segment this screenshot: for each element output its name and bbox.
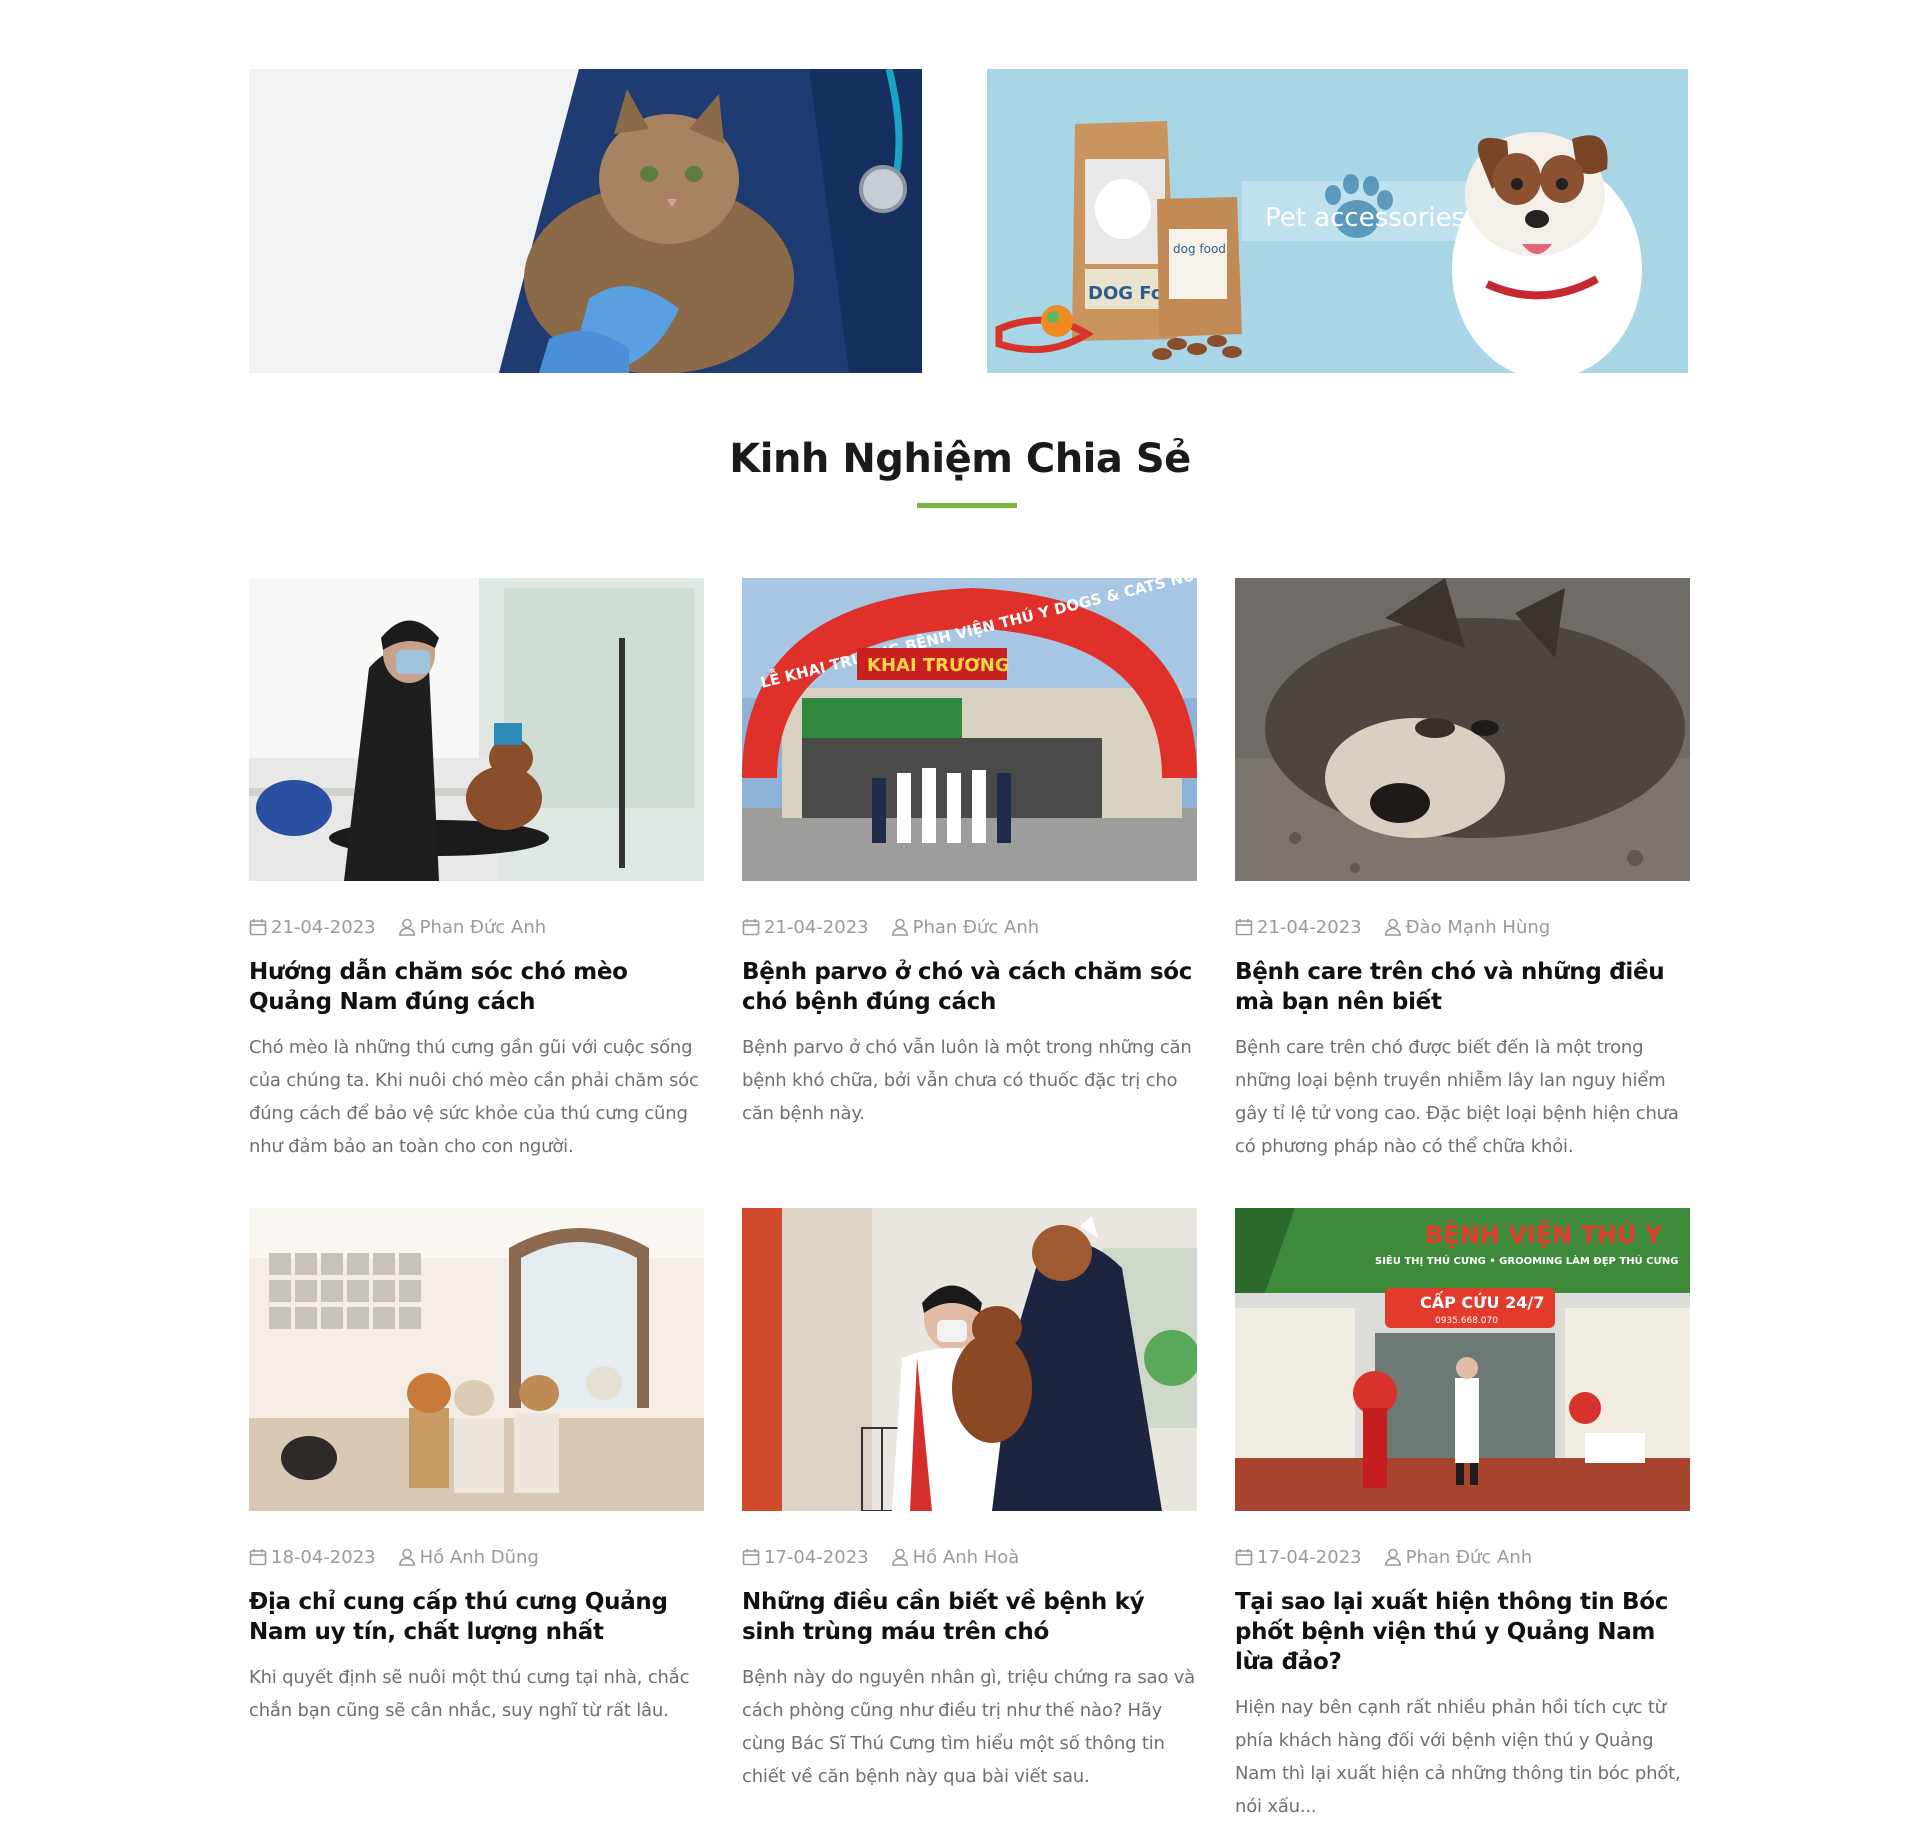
user-icon: [398, 918, 415, 936]
post-title[interactable]: Tại sao lại xuất hiện thông tin Bóc phốt…: [1235, 1587, 1690, 1677]
post-author-text: Đào Mạnh Hùng: [1405, 916, 1551, 938]
grooming-photo: [249, 578, 704, 881]
user-icon: [891, 1548, 908, 1566]
post-date: 21-04-2023: [249, 917, 376, 938]
post-author: Hồ Anh Dũng: [398, 1547, 539, 1568]
cat-cafe-photo: [249, 1208, 704, 1511]
banner-vet-cat[interactable]: [249, 69, 922, 373]
post-meta: 21-04-2023 Đào Mạnh Hùng: [1235, 915, 1690, 939]
svg-text:KHAI TRƯƠNG: KHAI TRƯƠNG: [867, 655, 1010, 676]
post-author: Phan Đức Anh: [1384, 1546, 1533, 1568]
post-thumbnail-blood-parasite[interactable]: [742, 1208, 1197, 1511]
post-meta: 17-04-2023 Phan Đức Anh: [1235, 1545, 1690, 1569]
svg-text:dog food: dog food: [1173, 242, 1226, 256]
svg-text:Pet accessories: Pet accessories: [1265, 203, 1465, 233]
post-date: 17-04-2023: [742, 1547, 869, 1568]
post-author-text: Phan Đức Anh: [1405, 1546, 1533, 1568]
post-date-text: 17-04-2023: [764, 1546, 869, 1568]
post-card: 18-04-2023 Hồ Anh Dũng Địa chỉ cung cấp …: [249, 1208, 704, 1727]
post-card: BỆNH VIỆN THÚ Y SIÊU THỊ THÚ CƯNG • GROO…: [1235, 1208, 1690, 1823]
svg-text:SIÊU THỊ THÚ CƯNG • GROOMING L: SIÊU THỊ THÚ CƯNG • GROOMING LÀM ĐẸP THÚ…: [1375, 1254, 1678, 1267]
post-author-text: Hồ Anh Hoà: [912, 1546, 1020, 1568]
post-title[interactable]: Bệnh care trên chó và những điều mà bạn …: [1235, 957, 1690, 1017]
sick-dog-photo: [1235, 578, 1690, 881]
post-author: Phan Đức Anh: [891, 916, 1040, 938]
post-meta: 17-04-2023 Hồ Anh Hoà: [742, 1545, 1197, 1569]
post-author: Hồ Anh Hoà: [891, 1546, 1020, 1568]
post-excerpt: Chó mèo là những thú cưng gần gũi với cu…: [249, 1037, 699, 1157]
post-author-text: Phan Đức Anh: [419, 916, 547, 938]
post-title[interactable]: Địa chỉ cung cấp thú cưng Quảng Nam uy t…: [249, 1587, 704, 1647]
post-author-text: Phan Đức Anh: [912, 916, 1040, 938]
post-date-text: 18-04-2023: [271, 1546, 376, 1568]
post-card: LỄ KHAI TRƯƠNG BỆNH VIỆN THÚ Y DOGS & CA…: [742, 578, 1197, 1130]
post-author: Đào Mạnh Hùng: [1384, 916, 1551, 938]
post-meta: 18-04-2023 Hồ Anh Dũng: [249, 1545, 704, 1569]
post-excerpt: Khi quyết định sẽ nuôi một thú cưng tại …: [249, 1667, 690, 1721]
post-excerpt: Bệnh này do nguyên nhân gì, triệu chứng …: [742, 1667, 1195, 1787]
banner-pet-accessories[interactable]: Pet accessories DOG Food dog food: [987, 69, 1688, 373]
post-date: 21-04-2023: [1235, 917, 1362, 938]
post-date-text: 21-04-2023: [764, 916, 869, 938]
post-excerpt: Bệnh parvo ở chó vẫn luôn là một trong n…: [742, 1037, 1192, 1124]
calendar-icon: [1235, 1549, 1253, 1566]
post-date-text: 21-04-2023: [1257, 916, 1362, 938]
svg-text:CẤP CỨU 24/7: CẤP CỨU 24/7: [1420, 1291, 1544, 1312]
clinic-storefront-photo: BỆNH VIỆN THÚ Y SIÊU THỊ THÚ CƯNG • GROO…: [1235, 1208, 1690, 1511]
section-title: Kinh Nghiệm Chia Sẻ: [729, 436, 1191, 482]
calendar-icon: [249, 1549, 267, 1566]
title-underline: [917, 503, 1017, 508]
pet-accessories-illustration: Pet accessories DOG Food dog food: [987, 69, 1688, 373]
post-thumbnail-clinic[interactable]: BỆNH VIỆN THÚ Y SIÊU THỊ THÚ CƯNG • GROO…: [1235, 1208, 1690, 1511]
post-date: 17-04-2023: [1235, 1547, 1362, 1568]
post-title[interactable]: Bệnh parvo ở chó và cách chăm sóc chó bệ…: [742, 957, 1197, 1017]
post-date-text: 17-04-2023: [1257, 1546, 1362, 1568]
post-date: 18-04-2023: [249, 1547, 376, 1568]
post-excerpt: Bệnh care trên chó được biết đến là một …: [1235, 1037, 1679, 1157]
post-thumbnail-pet-shop[interactable]: [249, 1208, 704, 1511]
calendar-icon: [742, 919, 760, 936]
post-title[interactable]: Hướng dẫn chăm sóc chó mèo Quảng Nam đún…: [249, 957, 704, 1017]
page: Pet accessories DOG Food dog food Kinh N…: [0, 0, 1920, 1823]
post-date: 21-04-2023: [742, 917, 869, 938]
post-author-text: Hồ Anh Dũng: [419, 1546, 539, 1568]
post-title[interactable]: Những điều cần biết về bệnh ký sinh trùn…: [742, 1587, 1197, 1647]
post-card: 21-04-2023 Phan Đức Anh Hướng dẫn chăm s…: [249, 578, 704, 1163]
calendar-icon: [249, 919, 267, 936]
calendar-icon: [1235, 919, 1253, 936]
user-icon: [891, 918, 908, 936]
calendar-icon: [742, 1549, 760, 1566]
post-card: 17-04-2023 Hồ Anh Hoà Những điều cần biế…: [742, 1208, 1197, 1793]
post-meta: 21-04-2023 Phan Đức Anh: [249, 915, 704, 939]
post-card: 21-04-2023 Đào Mạnh Hùng Bệnh care trên …: [1235, 578, 1690, 1163]
vet-girl-dog-photo: [742, 1208, 1197, 1511]
post-author: Phan Đức Anh: [398, 916, 547, 938]
user-icon: [398, 1548, 415, 1566]
post-thumbnail-parvo[interactable]: LỄ KHAI TRƯƠNG BỆNH VIỆN THÚ Y DOGS & CA…: [742, 578, 1197, 881]
post-thumbnail-distemper[interactable]: [1235, 578, 1690, 881]
svg-text:0935.668.070: 0935.668.070: [1435, 1316, 1498, 1326]
post-thumbnail-grooming[interactable]: [249, 578, 704, 881]
vet-cat-illustration: [249, 69, 922, 373]
opening-ceremony-photo: LỄ KHAI TRƯƠNG BỆNH VIỆN THÚ Y DOGS & CA…: [742, 578, 1197, 881]
post-meta: 21-04-2023 Phan Đức Anh: [742, 915, 1197, 939]
user-icon: [1384, 918, 1401, 936]
post-date-text: 21-04-2023: [271, 916, 376, 938]
user-icon: [1384, 1548, 1401, 1566]
svg-text:BỆNH VIỆN THÚ Y: BỆNH VIỆN THÚ Y: [1425, 1219, 1663, 1249]
post-excerpt: Hiện nay bên cạnh rất nhiều phản hồi tíc…: [1235, 1697, 1681, 1817]
